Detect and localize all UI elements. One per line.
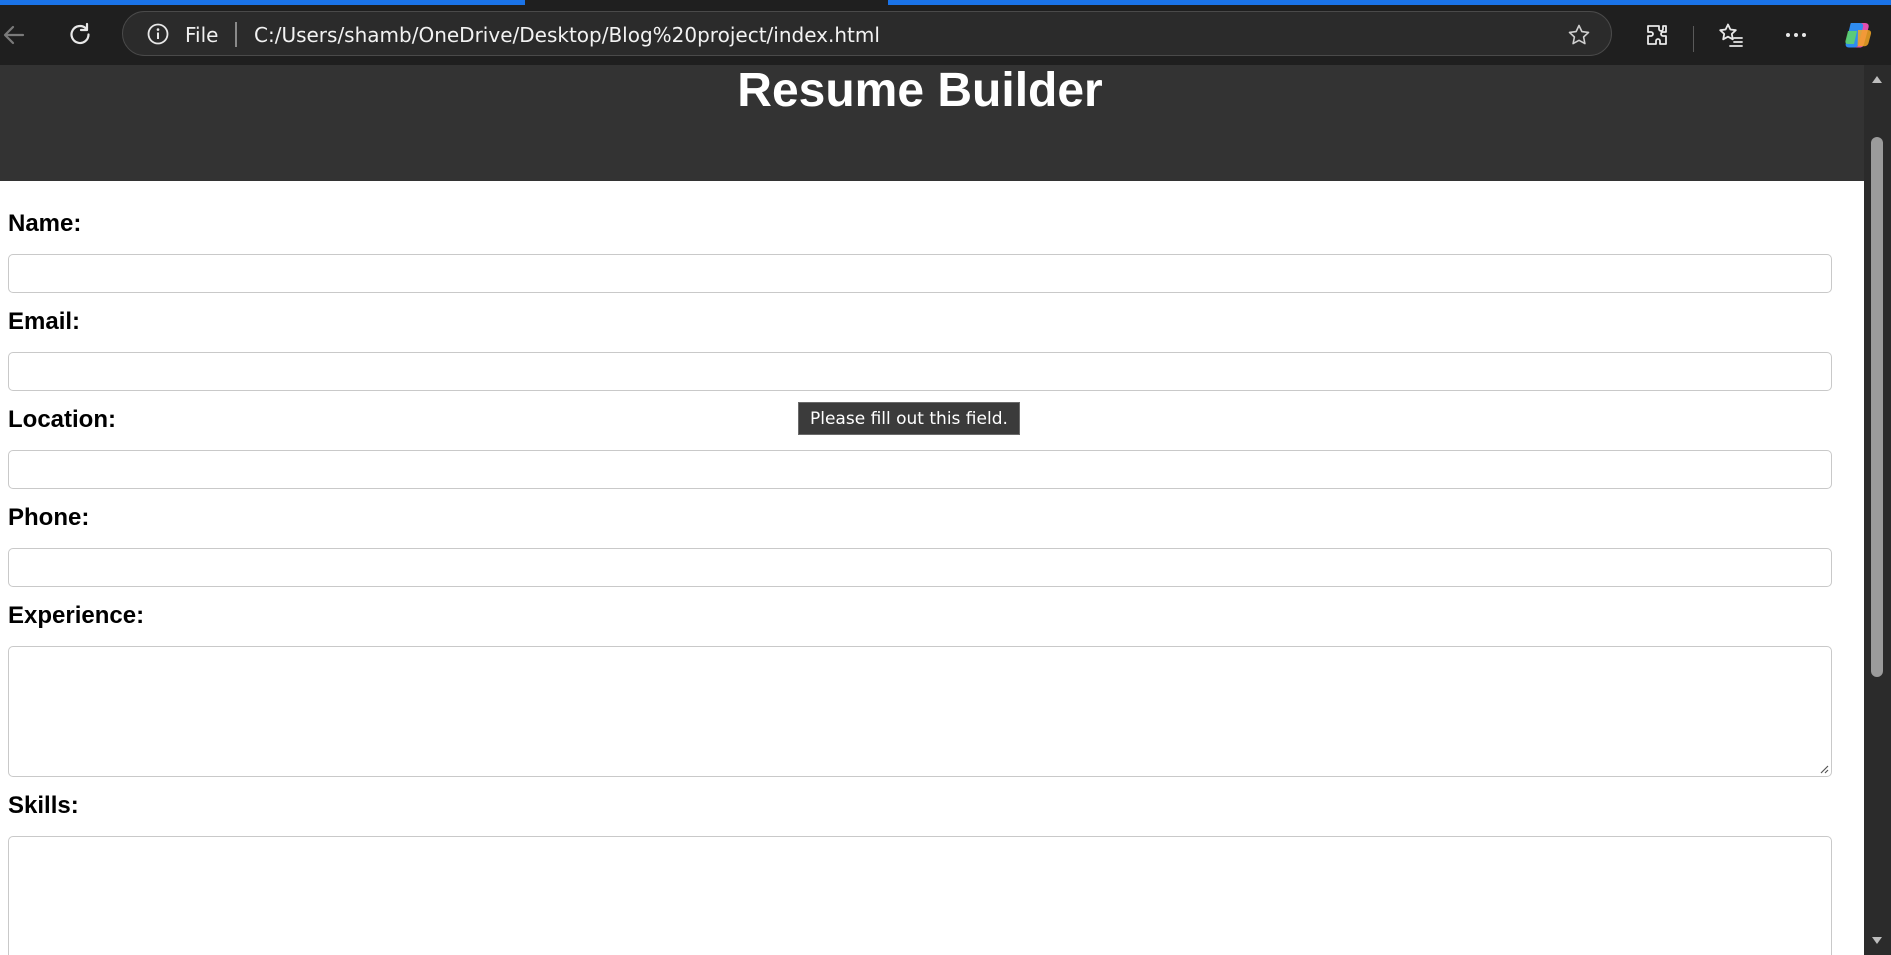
phone-input[interactable] [8,548,1832,587]
favorites-button[interactable] [1711,15,1751,55]
page-header: Resume Builder [0,65,1864,181]
more-button[interactable] [1776,15,1816,55]
experience-label: Experience: [8,602,145,629]
resize-grip-icon[interactable] [1819,764,1829,774]
refresh-icon [70,22,90,45]
scheme-label: File [185,23,219,47]
favorites-icon [1719,23,1743,47]
copilot-icon [1845,23,1872,48]
email-label: Email: [8,308,81,335]
location-input[interactable] [8,450,1832,489]
url-text[interactable]: C:/Users/shamb/OneDrive/Desktop/Blog%20p… [254,23,880,47]
location-label: Location: [8,406,116,433]
skills-label: Skills: [8,792,79,819]
name-label: Name: [8,210,82,237]
copilot-button[interactable] [1838,15,1878,55]
scroll-up-arrow-icon[interactable] [1870,73,1884,87]
back-icon [3,25,25,45]
name-input[interactable] [8,254,1832,293]
page-scrollbar[interactable] [1864,65,1891,955]
browser-toolbar: File C:/Users/shamb/OneDrive/Desktop/Blo… [0,5,1891,65]
info-icon[interactable] [147,23,169,45]
address-divider [235,22,237,47]
phone-label: Phone: [8,504,90,531]
scrollbar-thumb[interactable] [1871,137,1883,677]
toolbar-divider [1693,26,1694,52]
extensions-button[interactable] [1637,15,1677,55]
skills-textarea[interactable] [8,836,1832,955]
back-button[interactable] [0,15,34,55]
experience-textarea[interactable] [8,646,1832,777]
extensions-icon [1647,25,1667,45]
email-input[interactable] [8,352,1832,391]
star-icon[interactable] [1567,23,1591,47]
address-bar[interactable]: File C:/Users/shamb/OneDrive/Desktop/Blo… [122,11,1612,56]
validation-tooltip: Please fill out this field. [798,402,1020,435]
scroll-down-arrow-icon[interactable] [1870,933,1884,947]
page-title: Resume Builder [737,65,1103,117]
refresh-button[interactable] [60,15,100,55]
page-viewport: Resume Builder Name: Email: Location: Ph… [0,65,1864,955]
more-icon [1786,33,1806,37]
